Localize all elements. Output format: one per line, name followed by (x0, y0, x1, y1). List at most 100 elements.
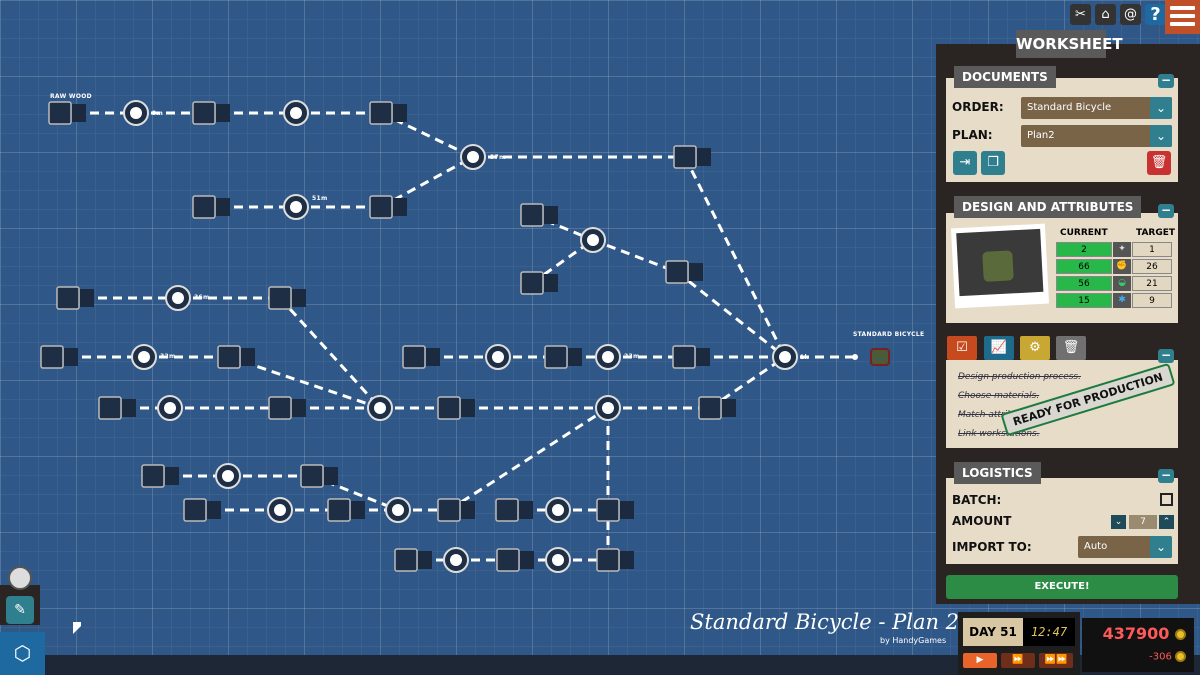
conveyor-link (683, 156, 787, 358)
execute-button[interactable]: EXECUTE! (946, 575, 1178, 599)
import-select[interactable]: Auto ⌄ (1078, 536, 1172, 558)
chevron-down-icon[interactable]: ⌄ (1150, 536, 1172, 558)
style-icon: ✱ (1113, 293, 1131, 308)
material-node[interactable] (300, 464, 324, 488)
time-label: 9m (152, 110, 164, 117)
notes-button[interactable]: ✎ (6, 596, 34, 624)
machine-icon (492, 351, 504, 363)
material-node[interactable] (268, 396, 292, 420)
batch-label: BATCH: (952, 493, 1002, 507)
amount-increase-button[interactable]: ⌃ (1159, 515, 1174, 529)
stats-badge (418, 551, 432, 569)
machine-icon (552, 554, 564, 566)
amount-decrease-button[interactable]: ⌄ (1111, 515, 1126, 529)
worksheet-title: WORKSHEET (1016, 30, 1123, 58)
material-node[interactable] (596, 498, 620, 522)
bicycle-photo (950, 223, 1050, 309)
chevron-down-icon[interactable]: ⌄ (1150, 125, 1172, 147)
bicycle-output-icon[interactable] (870, 348, 890, 366)
snail-icon[interactable]: @ (1120, 4, 1141, 25)
stats-badge (292, 399, 306, 417)
tab-stats[interactable]: 📈 (984, 336, 1014, 360)
material-node[interactable] (192, 195, 216, 219)
menu-button[interactable] (1165, 0, 1200, 34)
clock-display: 12:47 (1023, 618, 1075, 646)
coin-icon (1175, 651, 1186, 662)
material-node[interactable] (698, 396, 722, 420)
material-node[interactable] (665, 260, 689, 284)
machine-icon (450, 554, 462, 566)
tools-icon[interactable]: ✂ (1070, 4, 1091, 25)
material-node[interactable] (520, 203, 544, 227)
material-node[interactable] (48, 101, 72, 125)
material-node[interactable] (268, 286, 292, 310)
clock-icon[interactable] (8, 566, 32, 590)
material-node[interactable] (369, 195, 393, 219)
machine-icon (290, 201, 302, 213)
batch-checkbox[interactable] (1160, 493, 1173, 506)
material-node[interactable] (141, 464, 165, 488)
amount-value[interactable]: 7 (1129, 515, 1157, 529)
weight-icon: ✦ (1113, 242, 1131, 257)
view-cube-button[interactable]: ⬡ (0, 632, 45, 675)
machine-icon (602, 402, 614, 414)
stats-badge (544, 274, 558, 292)
production-network[interactable] (0, 0, 940, 655)
documents-tab: DOCUMENTS (954, 66, 1056, 88)
delete-plan-button[interactable]: 🗑 (1147, 151, 1171, 175)
stats-badge (426, 348, 440, 366)
tab-trash[interactable]: 🗑 (1056, 336, 1086, 360)
material-node[interactable] (520, 271, 544, 295)
material-node[interactable] (544, 345, 568, 369)
material-node[interactable] (98, 396, 122, 420)
material-node[interactable] (496, 548, 520, 572)
material-node[interactable] (402, 345, 426, 369)
material-node[interactable] (217, 345, 241, 369)
machine-icon (779, 351, 791, 363)
current-value: 66 (1056, 259, 1112, 274)
new-plan-button[interactable]: ⇥ (953, 151, 977, 175)
stats-badge (520, 551, 534, 569)
time-label: 32m (160, 353, 176, 360)
collapse-logistics-button[interactable]: − (1158, 469, 1174, 483)
material-node[interactable] (495, 498, 519, 522)
order-select[interactable]: Standard Bicycle ⌄ (1021, 97, 1172, 119)
material-node[interactable] (369, 101, 393, 125)
play-button[interactable]: ▶ (963, 653, 997, 668)
amount-label: AMOUNT (952, 514, 1012, 528)
plan-label: PLAN: (952, 128, 993, 142)
plan-select[interactable]: Plan2 ⌄ (1021, 125, 1172, 147)
machine-icon (290, 107, 302, 119)
material-node[interactable] (437, 396, 461, 420)
stats-badge (620, 551, 634, 569)
fast-forward-button[interactable]: ⏩ (1001, 653, 1035, 668)
material-node[interactable] (327, 498, 351, 522)
tab-checklist[interactable]: ☑ (947, 336, 977, 360)
tab-settings[interactable]: ⚙ (1020, 336, 1050, 360)
machine-icon (392, 504, 404, 516)
material-node[interactable] (56, 286, 80, 310)
material-node[interactable] (437, 498, 461, 522)
time-label: 51m (312, 195, 328, 202)
home-icon[interactable]: ⌂ (1095, 4, 1116, 25)
material-node[interactable] (596, 548, 620, 572)
material-node[interactable] (40, 345, 64, 369)
fastest-forward-button[interactable]: ⏩⏩ (1039, 653, 1073, 668)
conveyor-link (448, 406, 609, 512)
material-node[interactable] (673, 145, 697, 169)
copy-plan-button[interactable]: ❐ (981, 151, 1005, 175)
chevron-down-icon[interactable]: ⌄ (1150, 97, 1172, 119)
material-node[interactable] (672, 345, 696, 369)
collapse-design-button[interactable]: − (1158, 204, 1174, 218)
order-label: ORDER: (952, 100, 1004, 114)
help-button[interactable]: ? (1145, 4, 1166, 25)
logistics-tab: LOGISTICS (954, 462, 1041, 484)
material-node[interactable] (192, 101, 216, 125)
target-value: 1 (1132, 242, 1172, 257)
material-node[interactable] (394, 548, 418, 572)
material-node[interactable] (183, 498, 207, 522)
plan-value: Plan2 (1027, 130, 1055, 141)
collapse-documents-button[interactable]: − (1158, 74, 1174, 88)
collapse-checklist-button[interactable]: − (1158, 349, 1174, 363)
time-label: 1h (800, 354, 810, 361)
